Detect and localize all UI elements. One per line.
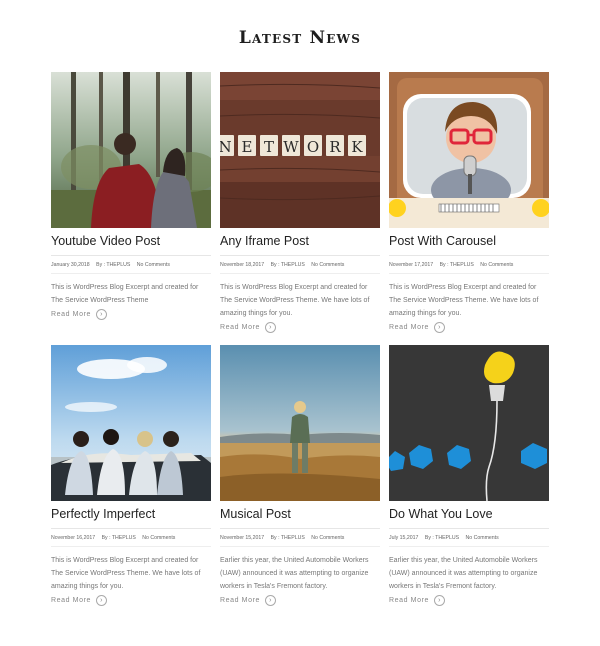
divider <box>220 546 380 547</box>
post-comments[interactable]: No Comments <box>480 262 513 268</box>
post-excerpt: This is WordPress Blog Excerpt and creat… <box>51 284 199 304</box>
read-more-label: Read More <box>51 310 92 318</box>
post-date[interactable]: November 15,2017 <box>220 535 264 541</box>
post-thumbnail-woman-desert[interactable] <box>220 345 380 501</box>
read-more-link[interactable]: Read More › <box>389 594 549 606</box>
read-more-link[interactable]: Read More › <box>51 594 211 606</box>
forest-couple-image <box>51 72 211 228</box>
paper-lightbulb-image <box>389 345 549 501</box>
chevron-right-icon: › <box>96 308 108 320</box>
post-title[interactable]: Do What You Love <box>389 506 549 522</box>
post-card: Perfectly Imperfect November 16,2017 By … <box>51 345 211 606</box>
chevron-right-icon: › <box>265 594 277 606</box>
divider <box>389 546 549 547</box>
read-more-link[interactable]: Read More › <box>220 321 380 333</box>
post-author[interactable]: By : THEPLUS <box>440 262 474 268</box>
divider <box>220 528 380 529</box>
post-meta: July 15,2017 By : THEPLUS No Comments <box>389 534 549 542</box>
divider <box>389 528 549 529</box>
post-author[interactable]: By : THEPLUS <box>425 535 459 541</box>
post-comments[interactable]: No Comments <box>466 535 499 541</box>
post-author[interactable]: By : THEPLUS <box>102 535 136 541</box>
post-comments[interactable]: No Comments <box>137 262 170 268</box>
read-more-label: Read More <box>220 323 261 331</box>
chevron-right-icon: › <box>96 594 108 606</box>
post-meta: November 15,2017 By : THEPLUS No Comment… <box>220 534 380 542</box>
divider <box>51 255 211 256</box>
chevron-right-icon: › <box>265 321 277 333</box>
post-meta: November 16,2017 By : THEPLUS No Comment… <box>51 534 211 542</box>
post-comments[interactable]: No Comments <box>311 262 344 268</box>
post-date[interactable]: November 18,2017 <box>220 262 264 268</box>
post-date[interactable]: July 15,2017 <box>389 535 418 541</box>
post-thumbnail-network-tiles[interactable]: N E T W O R K <box>220 72 380 228</box>
divider <box>220 255 380 256</box>
post-author[interactable]: By : THEPLUS <box>271 535 305 541</box>
post-excerpt: This is WordPress Blog Excerpt and creat… <box>51 557 201 590</box>
chevron-right-icon: › <box>434 594 446 606</box>
read-more-label: Read More <box>220 596 261 604</box>
divider <box>389 273 549 274</box>
kid-tv-microphone-image <box>389 72 549 228</box>
tile-letter: T <box>264 138 274 156</box>
post-author[interactable]: By : THEPLUS <box>96 262 130 268</box>
tile-letter: E <box>242 138 253 156</box>
divider <box>220 273 380 274</box>
read-more-link[interactable]: Read More › <box>389 321 549 333</box>
read-more-link[interactable]: Read More › <box>51 308 211 320</box>
post-card: N E T W O R K Any Iframe Post November 1… <box>220 72 380 333</box>
tile-letter: O <box>307 138 319 156</box>
read-more-link[interactable]: Read More › <box>220 594 380 606</box>
divider <box>51 273 211 274</box>
post-excerpt: Earlier this year, the United Automobile… <box>389 557 538 590</box>
post-author[interactable]: By : THEPLUS <box>271 262 305 268</box>
post-card: Musical Post November 15,2017 By : THEPL… <box>220 345 380 606</box>
post-thumbnail-friends-convertible[interactable] <box>51 345 211 501</box>
post-excerpt: This is WordPress Blog Excerpt and creat… <box>220 284 370 317</box>
read-more-label: Read More <box>389 323 430 331</box>
divider <box>51 546 211 547</box>
post-meta: January 30,2018 By : THEPLUS No Comments <box>51 261 211 269</box>
post-date[interactable]: November 17,2017 <box>389 262 433 268</box>
friends-convertible-image <box>51 345 211 501</box>
tile-letter: N <box>220 138 232 156</box>
post-excerpt: This is WordPress Blog Excerpt and creat… <box>389 284 539 317</box>
post-thumbnail-forest-couple[interactable] <box>51 72 211 228</box>
post-card: Post With Carousel November 17,2017 By :… <box>389 72 549 333</box>
post-title[interactable]: Post With Carousel <box>389 233 549 249</box>
post-thumbnail-kid-tv-microphone[interactable] <box>389 72 549 228</box>
post-card: Do What You Love July 15,2017 By : THEPL… <box>389 345 549 606</box>
post-comments[interactable]: No Comments <box>311 535 344 541</box>
woman-desert-image <box>220 345 380 501</box>
read-more-label: Read More <box>51 596 92 604</box>
post-date[interactable]: January 30,2018 <box>51 262 90 268</box>
tile-letter: R <box>329 138 341 156</box>
read-more-label: Read More <box>389 596 430 604</box>
tile-letter: W <box>283 138 299 156</box>
post-meta: November 17,2017 By : THEPLUS No Comment… <box>389 261 549 269</box>
section-heading: Latest News <box>238 28 362 48</box>
post-date[interactable]: November 16,2017 <box>51 535 95 541</box>
divider <box>389 255 549 256</box>
post-title[interactable]: Musical Post <box>220 506 380 522</box>
post-thumbnail-paper-lightbulb[interactable] <box>389 345 549 501</box>
post-comments[interactable]: No Comments <box>142 535 175 541</box>
network-tiles-image: N E T W O R K <box>220 72 380 228</box>
post-meta: November 18,2017 By : THEPLUS No Comment… <box>220 261 380 269</box>
chevron-right-icon: › <box>434 321 446 333</box>
tile-letter: K <box>351 138 363 156</box>
post-excerpt: Earlier this year, the United Automobile… <box>220 557 369 590</box>
post-card: Youtube Video Post January 30,2018 By : … <box>51 72 211 320</box>
post-title[interactable]: Any Iframe Post <box>220 233 380 249</box>
divider <box>51 528 211 529</box>
post-title[interactable]: Perfectly Imperfect <box>51 506 211 522</box>
post-title[interactable]: Youtube Video Post <box>51 233 211 249</box>
